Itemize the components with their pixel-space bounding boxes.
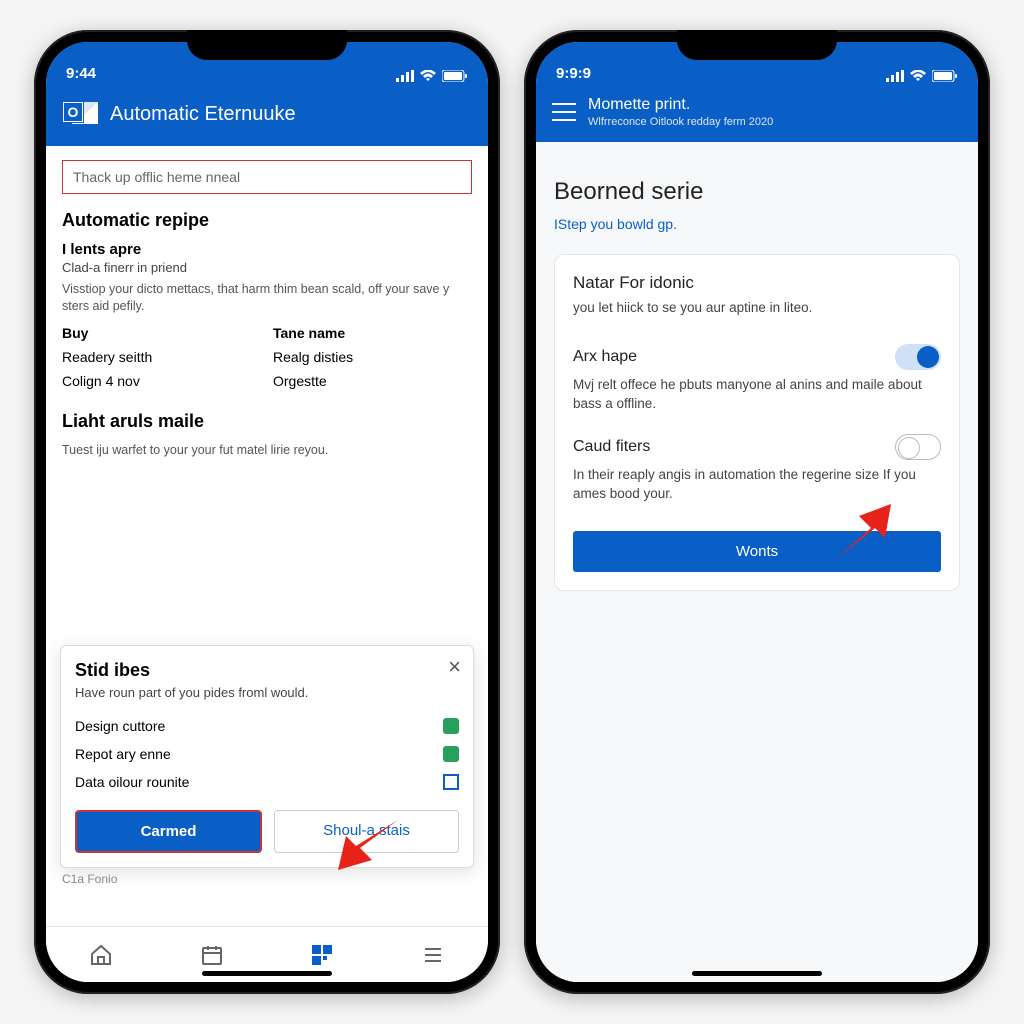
screen-right: 9:9:9 Momette print. Wlfrreconce Oitlook…: [536, 42, 978, 982]
screen-left: 9:44 Automatic Eternuuke Thack up offlic…: [46, 42, 488, 982]
status-icons: [886, 70, 958, 82]
wifi-icon: [420, 70, 436, 82]
primary-button[interactable]: Carmed: [75, 810, 262, 853]
home-indicator: [202, 971, 332, 976]
status-bar: 9:44: [46, 42, 488, 84]
section2-para: Tuest iju warfet to your your fut matel …: [62, 442, 472, 459]
home-indicator: [692, 971, 822, 976]
sub-desc: Clad-a finerr in priend: [62, 260, 472, 275]
option-label: Data oilour rounite: [75, 774, 189, 790]
status-icons: [396, 70, 468, 82]
toggle-row: Arx hape: [573, 344, 941, 370]
toggle-desc: Mvj relt offece he pbuts manyone al anin…: [573, 376, 941, 414]
battery-icon: [442, 70, 468, 82]
status-time: 9:44: [66, 65, 96, 82]
battery-icon: [932, 70, 958, 82]
home-tab-icon[interactable]: [89, 943, 113, 967]
app-header: Momette print. Wlfrreconce Oitlook redda…: [536, 84, 978, 142]
checkbox-empty-icon: [443, 774, 459, 790]
popup-title: Stid ibes: [75, 660, 459, 681]
checkbox-checked-icon: [443, 718, 459, 734]
main-content: Beorned serie IStep you bowld gp. Natar …: [536, 142, 978, 982]
header-title: Automatic Eternuuke: [110, 103, 296, 126]
toggle-switch[interactable]: [895, 434, 941, 460]
phone-left: 9:44 Automatic Eternuuke Thack up offlic…: [34, 30, 500, 994]
main-content: Thack up offlic heme nneal Automatic rep…: [46, 146, 488, 926]
status-time: 9:9:9: [556, 65, 591, 82]
menu-tab-icon[interactable]: [421, 943, 445, 967]
wifi-icon: [910, 70, 926, 82]
info-table: Buy Readery seitth Colign 4 nov Tane nam…: [62, 325, 472, 397]
search-input[interactable]: Thack up offlic heme nneal: [62, 160, 472, 194]
card-title: Natar For idonic: [573, 273, 941, 293]
hamburger-icon[interactable]: [552, 103, 576, 121]
toggle-switch[interactable]: [895, 344, 941, 370]
step-link[interactable]: IStep you bowld gp.: [554, 216, 960, 232]
app-header: Automatic Eternuuke: [46, 84, 488, 146]
table-cell: Readery seitth: [62, 349, 261, 365]
section-title: Automatic repipe: [62, 210, 472, 231]
popup-option[interactable]: Design cuttore: [75, 712, 459, 740]
phone-right: 9:9:9 Momette print. Wlfrreconce Oitlook…: [524, 30, 990, 994]
submit-button[interactable]: Wonts: [573, 531, 941, 572]
signal-icon: [396, 70, 414, 82]
toggle-row: Caud fiters: [573, 434, 941, 460]
close-icon[interactable]: ×: [448, 654, 461, 680]
toggle-desc: In their reaply angis in automation the …: [573, 466, 941, 504]
card-text: you let hiick to se you aur aptine in li…: [573, 299, 941, 318]
option-label: Repot ary enne: [75, 746, 171, 762]
status-bar: 9:9:9: [536, 42, 978, 84]
paragraph: Visstiop your dicto mettacs, that harm t…: [62, 281, 472, 315]
calendar-tab-icon[interactable]: [200, 943, 224, 967]
popup-option[interactable]: Repot ary enne: [75, 740, 459, 768]
outlook-logo-icon: [62, 96, 98, 132]
option-label: Design cuttore: [75, 718, 165, 734]
header-subtitle: Wlfrreconce Oitlook redday ferm 2020: [588, 116, 773, 128]
table-cell: Tane name: [273, 325, 472, 341]
toggle-label: Caud fiters: [573, 438, 650, 456]
popup-dialog: × Stid ibes Have roun part of you pides …: [60, 645, 474, 868]
table-cell: Colign 4 nov: [62, 373, 261, 389]
popup-option[interactable]: Data oilour rounite: [75, 768, 459, 796]
sub-heading: I lents apre: [62, 241, 472, 258]
popup-subtitle: Have roun part of you pides froml would.: [75, 685, 459, 700]
page-title: Beorned serie: [554, 178, 960, 206]
section2-title: Liaht aruls maile: [62, 411, 472, 432]
signal-icon: [886, 70, 904, 82]
table-cell: Realg disties: [273, 349, 472, 365]
apps-tab-icon[interactable]: [310, 943, 334, 967]
header-title: Momette print.: [588, 96, 773, 114]
table-cell: Orgestte: [273, 373, 472, 389]
settings-card: Natar For idonic you let hiick to se you…: [554, 254, 960, 591]
table-cell: Buy: [62, 325, 261, 341]
checkbox-checked-icon: [443, 746, 459, 762]
footer-text: C1a Fonio: [62, 872, 117, 886]
toggle-label: Arx hape: [573, 348, 637, 366]
secondary-button[interactable]: Shoul-a stais: [274, 810, 459, 853]
